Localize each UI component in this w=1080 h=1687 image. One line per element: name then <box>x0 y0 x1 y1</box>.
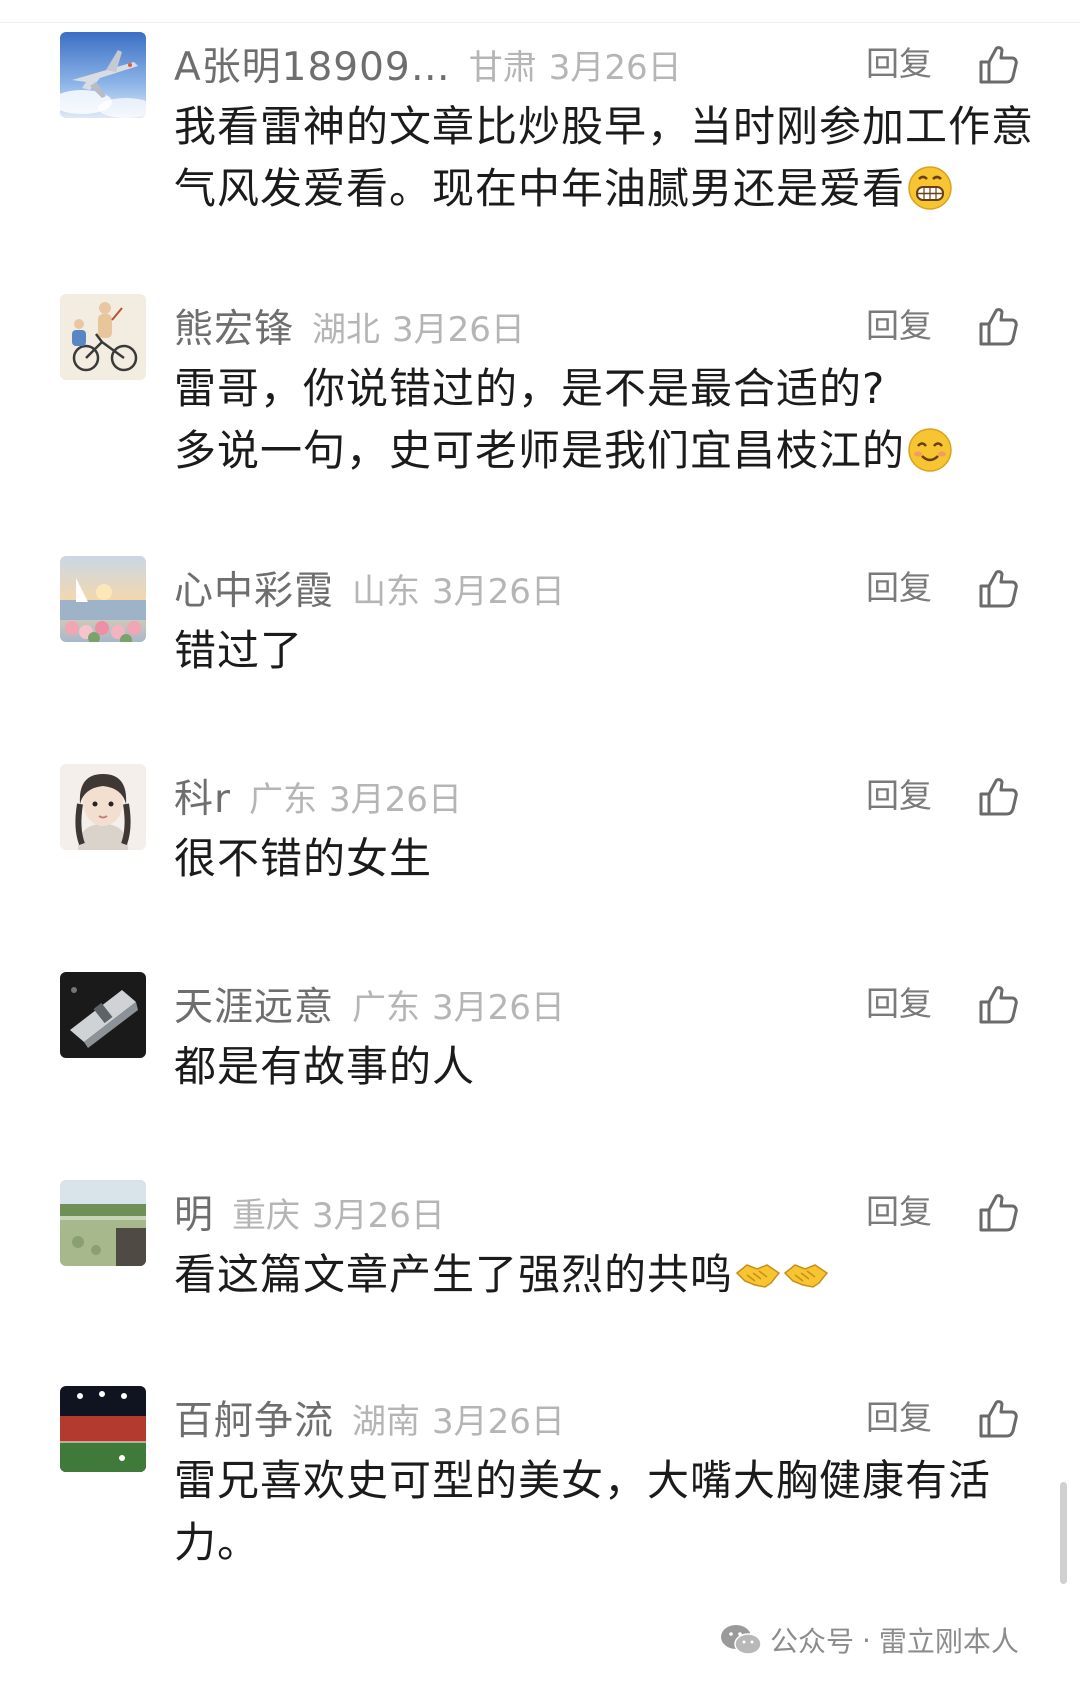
reply-button[interactable]: 回复 <box>866 32 932 96</box>
watermark-separator: · <box>862 1623 871 1657</box>
comment-body: 雷兄喜欢史可型的美女，大嘴大胸健康有活力。 <box>174 1456 992 1567</box>
thumbs-up-icon[interactable] <box>975 1190 1021 1236</box>
date-label: 3月26日 <box>392 309 525 350</box>
thumbs-up-icon[interactable] <box>975 42 1021 88</box>
comment-text: 雷哥，你说错过的，是不是最合适的? 多说一句，史可老师是我们宜昌枝江的 <box>174 358 1044 482</box>
avatar[interactable] <box>60 32 146 118</box>
comment-text: 都是有故事的人 <box>174 1036 1044 1098</box>
nickname[interactable]: 熊宏锋 <box>174 298 294 354</box>
date-label: 3月26日 <box>548 47 682 88</box>
comment-body-line: 多说一句，史可老师是我们宜昌枝江的 <box>174 426 906 475</box>
reply-button[interactable]: 回复 <box>866 556 932 620</box>
date-label: 3月26日 <box>432 571 565 612</box>
comment-meta: 熊宏锋 湖北 3月26日 <box>174 294 525 358</box>
region-label: 湖南 <box>352 1401 421 1442</box>
comment-body: 都是有故事的人 <box>174 1042 476 1091</box>
avatar[interactable] <box>60 764 146 850</box>
comment-body: 我看雷神的文章比炒股早，当时刚参加工作意气风发爱看。现在中年油腻男还是爱看 <box>174 102 1035 213</box>
nickname[interactable]: 心中彩霞 <box>174 560 334 616</box>
comment-body: 错过了 <box>174 626 304 675</box>
grin-emoji <box>908 166 952 210</box>
reply-button[interactable]: 回复 <box>866 1180 932 1244</box>
reply-button[interactable]: 回复 <box>866 294 932 358</box>
comment-meta: 百舸争流 湖南 3月26日 <box>174 1386 565 1450</box>
top-divider <box>0 22 1080 23</box>
comment-meta: 心中彩霞 山东 3月26日 <box>174 556 565 620</box>
nickname[interactable]: 天涯远意 <box>174 976 334 1032</box>
comment-text: 很不错的女生 <box>174 828 1044 890</box>
region-label: 重庆 <box>232 1195 301 1236</box>
nickname[interactable]: 百舸争流 <box>174 1390 334 1446</box>
date-label: 3月26日 <box>432 1401 565 1442</box>
comment-body: 看这篇文章产生了强烈的共鸣 <box>174 1250 734 1299</box>
region-label: 广东 <box>249 779 318 820</box>
thumbs-up-icon[interactable] <box>975 982 1021 1028</box>
thumbs-up-icon[interactable] <box>975 566 1021 612</box>
comment-body: 很不错的女生 <box>174 834 433 883</box>
comment-body-line: 雷哥，你说错过的，是不是最合适的? <box>174 364 886 413</box>
handshake-emoji <box>783 1264 829 1288</box>
comment-text: 雷兄喜欢史可型的美女，大嘴大胸健康有活力。 <box>174 1450 1044 1574</box>
date-label: 3月26日 <box>329 779 462 820</box>
reply-button[interactable]: 回复 <box>866 972 932 1036</box>
avatar[interactable] <box>60 294 146 380</box>
avatar[interactable] <box>60 556 146 642</box>
avatar[interactable] <box>60 1180 146 1266</box>
thumbs-up-icon[interactable] <box>975 774 1021 820</box>
watermark-account: 雷立刚本人 <box>878 1625 1019 1658</box>
reply-button[interactable]: 回复 <box>866 1386 932 1450</box>
comment-meta: A张明18909… 甘肃 3月26日 <box>174 32 682 96</box>
thumbs-up-icon[interactable] <box>975 304 1021 350</box>
comment-meta: 科r 广东 3月26日 <box>174 764 462 828</box>
nickname[interactable]: A张明18909… <box>174 36 451 92</box>
smile-emoji <box>908 428 952 472</box>
thumbs-up-icon[interactable] <box>975 1396 1021 1442</box>
date-label: 3月26日 <box>312 1195 445 1236</box>
region-label: 山东 <box>352 571 421 612</box>
scrollbar[interactable] <box>1060 1482 1067 1584</box>
wechat-icon <box>721 1625 762 1655</box>
comment-meta: 天涯远意 广东 3月26日 <box>174 972 565 1036</box>
nickname[interactable]: 科r <box>174 768 231 824</box>
region-label: 广东 <box>352 987 421 1028</box>
avatar[interactable] <box>60 972 146 1058</box>
comment-text: 错过了 <box>174 620 1044 682</box>
handshake-emoji <box>735 1264 781 1288</box>
date-label: 3月26日 <box>432 987 565 1028</box>
watermark: 公众号 · 雷立刚本人 <box>720 1612 1019 1668</box>
watermark-prefix: 公众号 <box>770 1625 855 1658</box>
region-label: 湖北 <box>312 309 381 350</box>
comment-meta: 明 重庆 3月26日 <box>174 1180 445 1244</box>
nickname[interactable]: 明 <box>174 1184 214 1240</box>
region-label: 甘肃 <box>468 47 537 88</box>
avatar[interactable] <box>60 1386 146 1472</box>
comment-text: 我看雷神的文章比炒股早，当时刚参加工作意气风发爱看。现在中年油腻男还是爱看 <box>174 96 1044 220</box>
comment-text: 看这篇文章产生了强烈的共鸣 <box>174 1244 1044 1306</box>
reply-button[interactable]: 回复 <box>866 764 932 828</box>
